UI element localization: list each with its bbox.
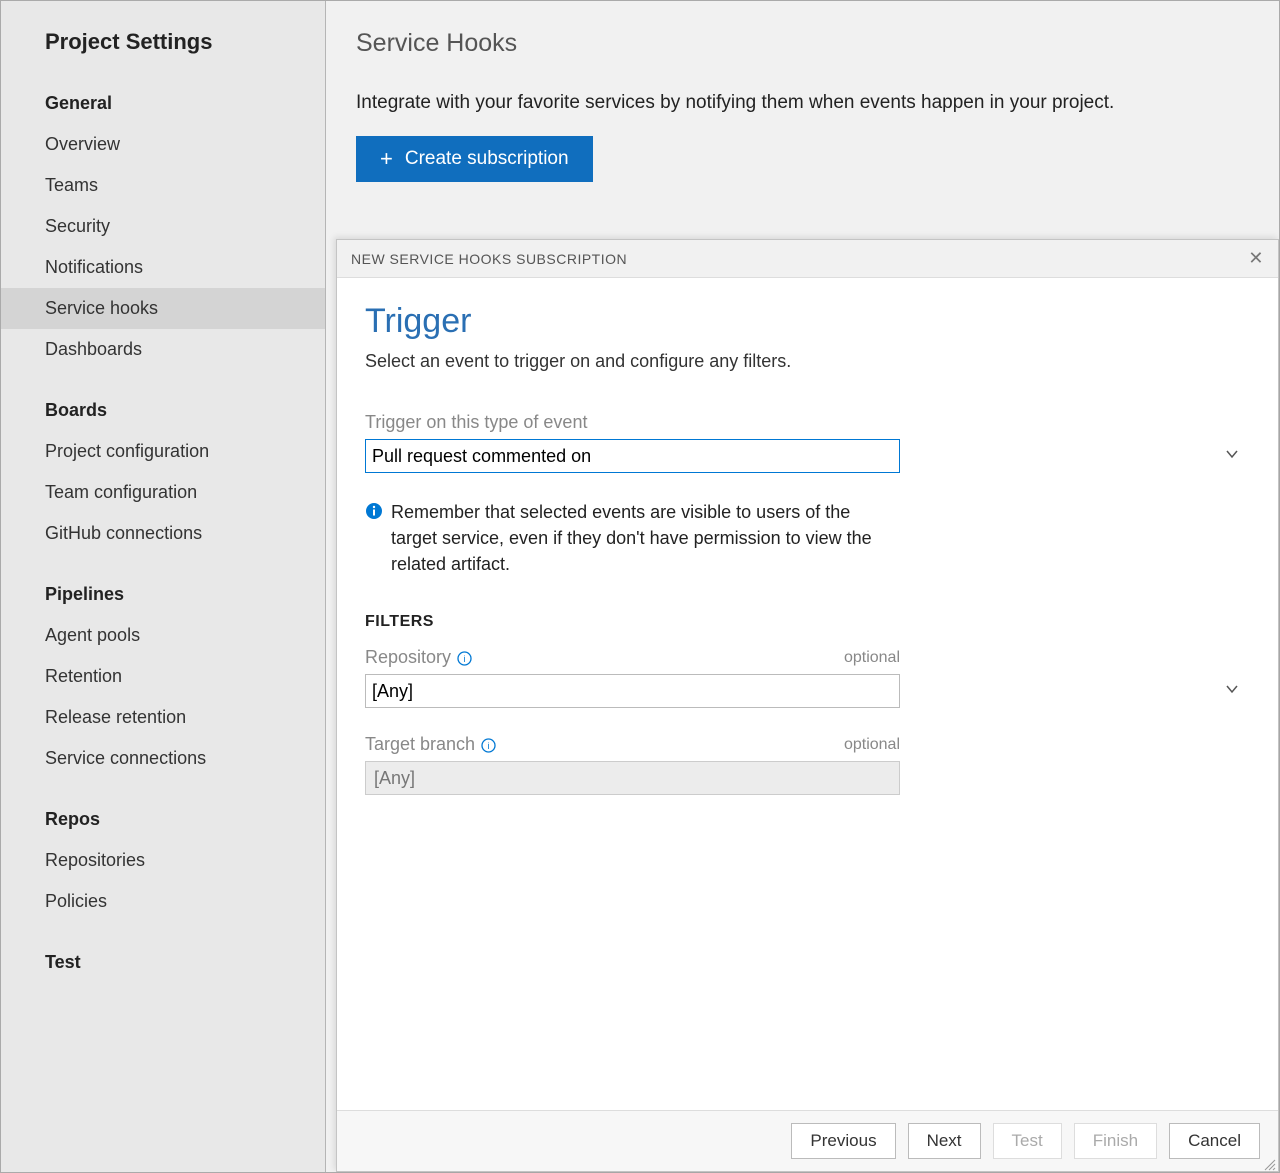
info-note: Remember that selected events are visibl…: [365, 499, 900, 577]
modal-title-bar: NEW SERVICE HOOKS SUBSCRIPTION: [351, 251, 627, 267]
event-type-select-wrap: [365, 439, 1250, 473]
cancel-button[interactable]: Cancel: [1169, 1123, 1260, 1159]
repository-optional: optional: [844, 649, 900, 667]
help-icon[interactable]: i: [481, 734, 496, 755]
svg-text:i: i: [488, 741, 490, 751]
sidebar-title: Project Settings: [1, 19, 325, 79]
resize-grip-icon[interactable]: [1262, 1155, 1276, 1169]
subscription-modal: NEW SERVICE HOOKS SUBSCRIPTION ✕ Trigger…: [336, 239, 1279, 1172]
section-repos: Repos: [1, 795, 325, 840]
nav-security[interactable]: Security: [1, 206, 325, 247]
nav-github-connections[interactable]: GitHub connections: [1, 513, 325, 554]
nav-repositories[interactable]: Repositories: [1, 840, 325, 881]
finish-button: Finish: [1074, 1123, 1157, 1159]
main-header: Service Hooks Integrate with your favori…: [326, 1, 1279, 182]
nav-notifications[interactable]: Notifications: [1, 247, 325, 288]
test-button: Test: [993, 1123, 1062, 1159]
close-icon[interactable]: ✕: [1248, 248, 1264, 269]
page-title: Service Hooks: [356, 29, 1249, 58]
modal-footer: Previous Next Test Finish Cancel: [337, 1110, 1278, 1171]
target-branch-input: [365, 761, 900, 795]
chevron-down-icon: [1224, 681, 1240, 702]
event-type-label: Trigger on this type of event: [365, 412, 1250, 433]
nav-project-configuration[interactable]: Project configuration: [1, 431, 325, 472]
repository-filter: Repository i optional: [365, 647, 1250, 708]
filters-heading: FILTERS: [365, 613, 1250, 631]
section-pipelines: Pipelines: [1, 570, 325, 615]
page-description: Integrate with your favorite services by…: [356, 92, 1249, 114]
svg-text:i: i: [464, 654, 466, 664]
nav-service-hooks[interactable]: Service hooks: [1, 288, 325, 329]
repository-label: Repository: [365, 647, 451, 668]
nav-service-connections[interactable]: Service connections: [1, 738, 325, 779]
nav-dashboards[interactable]: Dashboards: [1, 329, 325, 370]
next-button[interactable]: Next: [908, 1123, 981, 1159]
nav-agent-pools[interactable]: Agent pools: [1, 615, 325, 656]
target-branch-label: Target branch: [365, 734, 475, 755]
nav-teams[interactable]: Teams: [1, 165, 325, 206]
nav-release-retention[interactable]: Release retention: [1, 697, 325, 738]
previous-button[interactable]: Previous: [791, 1123, 895, 1159]
modal-header: NEW SERVICE HOOKS SUBSCRIPTION ✕: [337, 240, 1278, 278]
create-subscription-label: Create subscription: [405, 148, 569, 170]
trigger-subheading: Select an event to trigger on and config…: [365, 351, 1250, 372]
help-icon[interactable]: i: [457, 647, 472, 668]
modal-body: Trigger Select an event to trigger on an…: [337, 278, 1278, 1110]
section-general: General: [1, 79, 325, 124]
create-subscription-button[interactable]: + Create subscription: [356, 136, 593, 182]
project-settings-sidebar: Project Settings General Overview Teams …: [1, 1, 326, 1172]
repository-select[interactable]: [365, 674, 900, 708]
section-test: Test: [1, 938, 325, 983]
main-content: Service Hooks Integrate with your favori…: [326, 1, 1279, 1172]
target-branch-optional: optional: [844, 736, 900, 754]
nav-team-configuration[interactable]: Team configuration: [1, 472, 325, 513]
section-boards: Boards: [1, 386, 325, 431]
target-branch-filter: Target branch i optional: [365, 734, 1250, 795]
nav-retention[interactable]: Retention: [1, 656, 325, 697]
app-root: Project Settings General Overview Teams …: [0, 0, 1280, 1173]
info-text: Remember that selected events are visibl…: [391, 499, 900, 577]
nav-overview[interactable]: Overview: [1, 124, 325, 165]
info-icon: [365, 502, 383, 520]
nav-policies[interactable]: Policies: [1, 881, 325, 922]
event-type-select[interactable]: [365, 439, 900, 473]
chevron-down-icon: [1224, 446, 1240, 467]
trigger-heading: Trigger: [365, 302, 1250, 341]
